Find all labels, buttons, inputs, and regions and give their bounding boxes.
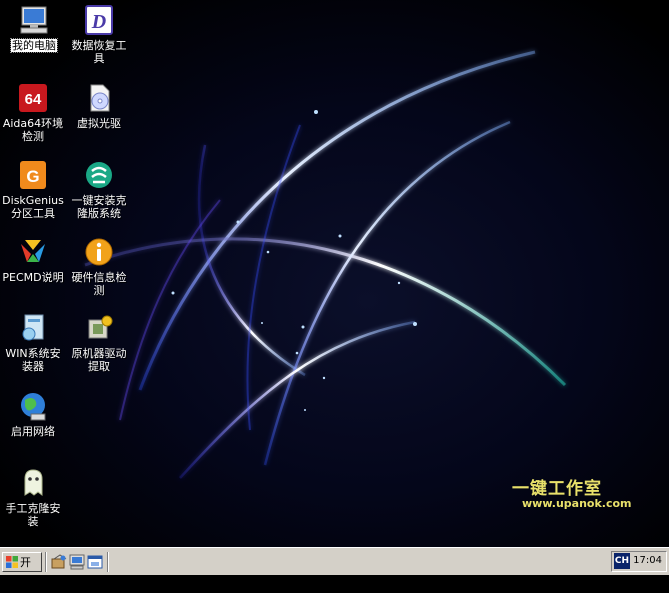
desktop-icon-driver-extract[interactable]: 原机器驱动提取 [66, 312, 132, 373]
desktop-icon-label: 启用网络 [11, 425, 55, 438]
computer-icon[interactable] [68, 553, 86, 571]
desktop-icon-install-clone[interactable]: 一键安装克隆版系统 [66, 159, 132, 220]
desktop-icon-label: 原机器驱动提取 [71, 347, 127, 373]
taskbar-separator [107, 552, 109, 572]
my-computer-icon [20, 6, 48, 34]
pecmd-icon [21, 240, 45, 262]
desktop-icon-my-computer[interactable]: 我的电脑 [1, 4, 67, 53]
data-recovery-icon: D [85, 5, 113, 35]
desktop-icon-label: 手工克隆安装 [5, 502, 61, 528]
taskbar: 开始 CH 17:04 [0, 547, 669, 589]
diskgenius-icon: G [20, 161, 46, 189]
desktop-icon-label: DiskGenius分区工具 [2, 194, 64, 220]
svg-text:G: G [26, 167, 39, 186]
start-label: 开始 [20, 556, 31, 589]
desktop-icon-label: 一键安装克隆版系统 [71, 194, 127, 220]
driver-extract-icon [88, 315, 113, 339]
desktop-icon-network[interactable]: 启用网络 [0, 390, 66, 438]
system-tray: CH 17:04 [611, 551, 667, 572]
windows-flag-icon [6, 556, 18, 568]
start-button[interactable]: 开始 [2, 552, 42, 589]
desktop-icon-pecmd[interactable]: PECMD说明 [0, 236, 66, 284]
desktop-icon-diskgenius[interactable]: G DiskGenius分区工具 [0, 159, 66, 220]
language-indicator[interactable]: CH [614, 553, 630, 569]
desktop-icon-hardware-info[interactable]: 硬件信息检测 [66, 236, 132, 297]
desktop-icon-label: 虚拟光驱 [77, 117, 121, 130]
desktop[interactable]: 我的电脑 64 Aida64环境检测 G DiskGenius分区工具 PECM… [0, 0, 669, 547]
virtual-drive-icon [90, 84, 110, 112]
install-clone-icon [86, 162, 112, 188]
svg-text:D: D [91, 11, 106, 33]
taskbar-separator [45, 552, 47, 572]
app-icon[interactable] [50, 553, 68, 571]
desktop-icon-label: 我的电脑 [10, 38, 58, 53]
desktop-icon-label: WIN系统安装器 [5, 347, 61, 373]
window-icon[interactable] [86, 553, 104, 571]
desktop-icon-label: 硬件信息检测 [71, 271, 127, 297]
ghost-icon [24, 469, 43, 496]
desktop-icon-label: 数据恢复工具 [71, 39, 127, 65]
desktop-icon-virtual-drive[interactable]: 虚拟光驱 [66, 82, 132, 130]
brand-url: www.upanok.com [522, 497, 632, 510]
desktop-icon-label: Aida64环境检测 [2, 117, 64, 143]
desktop-icon-win-installer[interactable]: WIN系统安装器 [0, 312, 66, 373]
desktop-icon-data-recovery[interactable]: D 数据恢复工具 [66, 4, 132, 65]
svg-text:64: 64 [25, 91, 42, 108]
brand-text: 一键工作室 [512, 479, 602, 499]
desktop-icon-label: PECMD说明 [2, 271, 64, 284]
network-icon [21, 393, 46, 421]
desktop-icon-ghost[interactable]: 手工克隆安装 [0, 467, 66, 528]
aida64-icon: 64 [19, 84, 47, 112]
hardware-info-icon [85, 238, 113, 266]
win-installer-icon [22, 314, 44, 341]
desktop-icon-aida64[interactable]: 64 Aida64环境检测 [0, 82, 66, 143]
clock[interactable]: 17:04 [633, 555, 662, 566]
